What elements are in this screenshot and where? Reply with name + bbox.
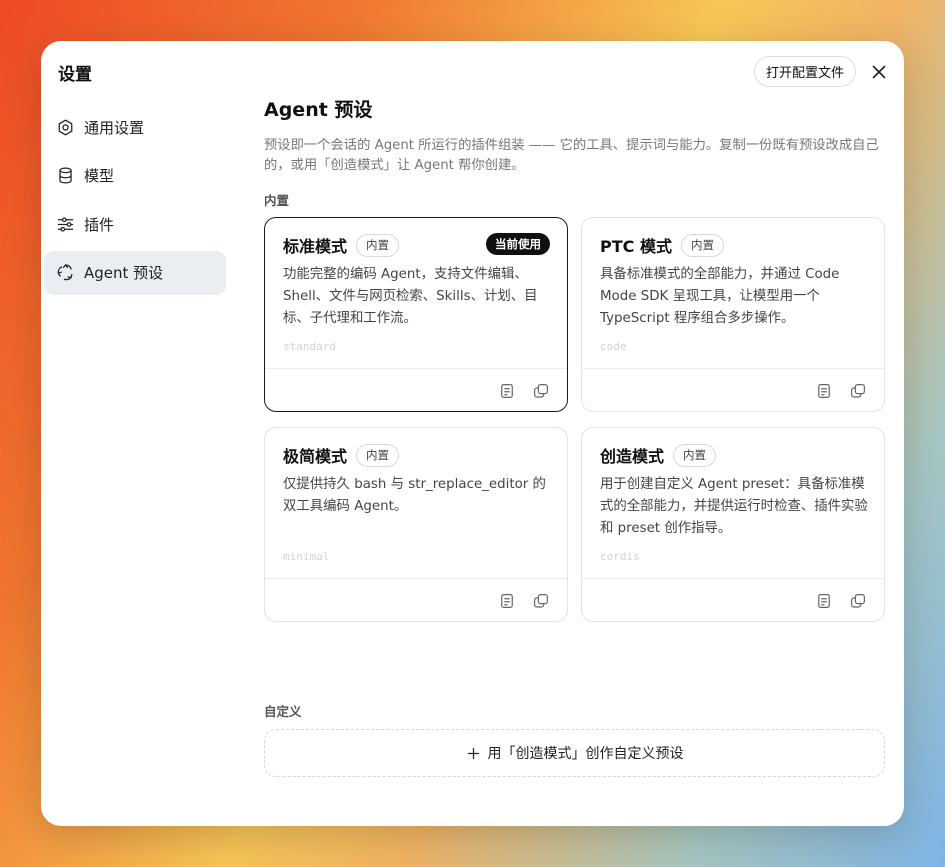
preset-title: PTC 模式 <box>600 237 672 256</box>
preset-title: 极简模式 <box>283 447 348 466</box>
preset-description: 具备标准模式的全部能力，并通过 Code Mode SDK 呈现工具，让模型用一… <box>600 267 840 326</box>
preset-card-cordis[interactable]: 创造模式 内置 用于创建自定义 Agent preset：具备标准模式的全部能力… <box>581 427 885 622</box>
recycle-icon <box>56 263 75 282</box>
sidebar-item-label: Agent 预设 <box>84 264 164 282</box>
main-content: Agent 预设 预设即一个会话的 Agent 所运行的插件组装 —— 它的工具… <box>264 95 885 777</box>
page-title: Agent 预设 <box>264 99 373 121</box>
sidebar-item-agent-presets[interactable]: Agent 预设 <box>44 250 226 295</box>
preset-id: standard <box>283 340 336 353</box>
card-divider <box>265 578 567 579</box>
gear-icon <box>56 118 75 137</box>
preset-card-code[interactable]: PTC 模式 内置 具备标准模式的全部能力，并通过 Code Mode SDK … <box>581 217 885 412</box>
create-custom-label: 用「创造模式」创作自定义预设 <box>487 746 684 762</box>
open-config-button[interactable]: 打开配置文件 <box>753 56 856 87</box>
card-actions <box>498 592 550 610</box>
card-divider <box>582 368 884 369</box>
builtin-section-label: 内置 <box>264 193 290 208</box>
copy-icon[interactable] <box>849 382 867 400</box>
preset-title: 创造模式 <box>600 447 665 466</box>
card-divider <box>582 578 884 579</box>
preset-card-minimal[interactable]: 极简模式 内置 仅提供持久 bash 与 str_replace_editor … <box>264 427 568 622</box>
page-description: 预设即一个会话的 Agent 所运行的插件组装 —— 它的工具、提示词与能力。复… <box>264 138 879 173</box>
sliders-icon <box>56 215 75 234</box>
copy-icon[interactable] <box>849 592 867 610</box>
document-icon[interactable] <box>815 592 833 610</box>
preset-description: 功能完整的编码 Agent，支持文件编辑、Shell、文件与网页检索、Skill… <box>283 267 538 326</box>
dialog-title: 设置 <box>58 65 92 85</box>
preset-id: cordis <box>600 550 640 563</box>
copy-icon[interactable] <box>532 592 550 610</box>
sidebar-item-general[interactable]: 通用设置 <box>44 105 226 149</box>
card-actions <box>815 592 867 610</box>
sidebar-item-label: 模型 <box>84 167 115 185</box>
preset-title: 标准模式 <box>283 237 348 256</box>
sidebar-item-plugins[interactable]: 插件 <box>44 202 226 246</box>
builtin-badge: 内置 <box>356 233 400 257</box>
preset-card-standard[interactable]: 标准模式 内置 当前使用 功能完整的编码 Agent，支持文件编辑、Shell、… <box>264 217 568 412</box>
plus-icon <box>466 746 481 761</box>
document-icon[interactable] <box>815 382 833 400</box>
builtin-badge: 内置 <box>356 443 400 467</box>
sidebar-item-label: 通用设置 <box>84 118 145 137</box>
close-icon[interactable] <box>868 61 890 83</box>
card-actions <box>498 382 550 400</box>
builtin-badge: 内置 <box>680 233 724 257</box>
preset-description: 仅提供持久 bash 与 str_replace_editor 的双工具编码 A… <box>283 477 546 514</box>
preset-id: code <box>600 340 627 353</box>
copy-icon[interactable] <box>532 382 550 400</box>
sidebar: 通用设置 模型 插件 Agent 预设 <box>44 105 226 299</box>
current-badge: 当前使用 <box>486 233 550 255</box>
document-icon[interactable] <box>498 382 516 400</box>
settings-dialog: 设置 打开配置文件 通用设置 模型 插件 Agent 预设 Agent 预设 预… <box>41 41 904 826</box>
preset-id: minimal <box>283 550 330 563</box>
create-custom-preset-button[interactable]: 用「创造模式」创作自定义预设 <box>264 729 885 777</box>
custom-section-label: 自定义 <box>264 704 302 719</box>
sidebar-item-models[interactable]: 模型 <box>44 154 226 198</box>
card-actions <box>815 382 867 400</box>
database-icon <box>56 166 75 185</box>
card-divider <box>265 368 567 369</box>
preset-description: 用于创建自定义 Agent preset：具备标准模式的全部能力，并提供运行时检… <box>600 477 868 536</box>
sidebar-item-label: 插件 <box>84 215 115 234</box>
builtin-badge: 内置 <box>673 443 717 467</box>
document-icon[interactable] <box>498 592 516 610</box>
